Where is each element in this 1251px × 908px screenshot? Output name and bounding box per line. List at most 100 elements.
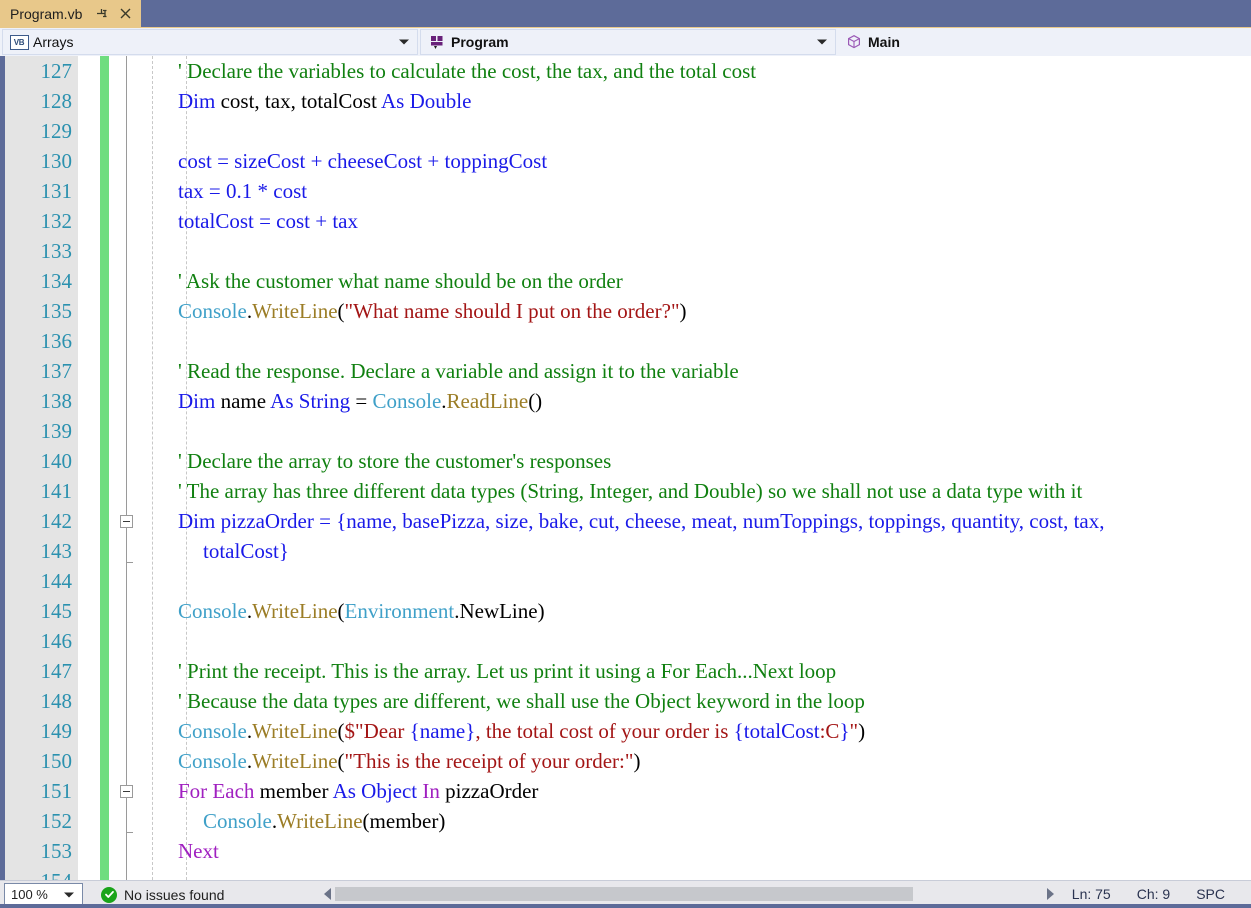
chevron-down-icon[interactable] bbox=[817, 39, 827, 45]
pin-icon[interactable] bbox=[94, 6, 109, 21]
document-tab-program-vb[interactable]: Program.vb bbox=[0, 0, 141, 27]
code-line-text[interactable]: tax = 0.1 * cost bbox=[178, 176, 307, 206]
code-line[interactable]: 132 totalCost = cost + tax bbox=[0, 206, 1251, 236]
code-token: WriteLine bbox=[252, 599, 338, 623]
code-line-text[interactable]: ' Declare the array to store the custome… bbox=[178, 446, 611, 476]
code-line[interactable]: 145 Console.WriteLine(Environment.NewLine… bbox=[0, 596, 1251, 626]
window-bottom-edge bbox=[0, 904, 1251, 908]
code-line-text[interactable]: Console.WriteLine(Environment.NewLine) bbox=[178, 596, 545, 626]
code-line[interactable]: 151 For Each member As Object In pizzaOrd… bbox=[0, 776, 1251, 806]
code-line-text[interactable]: Console.WriteLine("This is the receipt o… bbox=[178, 746, 640, 776]
code-line[interactable]: 129 bbox=[0, 116, 1251, 146]
chevron-down-icon[interactable] bbox=[399, 39, 409, 45]
code-line[interactable]: 134 ' Ask the customer what name should b… bbox=[0, 266, 1251, 296]
document-tab-strip: Program.vb bbox=[0, 0, 1251, 27]
member-dropdown-label: Main bbox=[868, 34, 900, 50]
code-line-text[interactable]: totalCost = cost + tax bbox=[178, 206, 358, 236]
line-number: 129 bbox=[40, 119, 73, 143]
code-line[interactable]: 137 ' Read the response. Declare a variab… bbox=[0, 356, 1251, 386]
code-line[interactable]: 139 bbox=[0, 416, 1251, 446]
code-line-text[interactable]: Dim pizzaOrder = {name, basePizza, size,… bbox=[178, 506, 1105, 536]
code-line[interactable]: 150 Console.WriteLine("This is the receip… bbox=[0, 746, 1251, 776]
code-token: member bbox=[369, 809, 439, 833]
code-line[interactable]: 152 Console.WriteLine(member) bbox=[0, 806, 1251, 836]
module-icon bbox=[427, 34, 447, 50]
code-line-text[interactable]: Dim name As String = Console.ReadLine() bbox=[178, 386, 542, 416]
document-tab-label: Program.vb bbox=[10, 5, 83, 22]
code-line[interactable]: 148 ' Because the data types are differen… bbox=[0, 686, 1251, 716]
close-icon[interactable] bbox=[118, 6, 133, 21]
code-line-text[interactable]: Next bbox=[178, 836, 219, 866]
horizontal-scrollbar-thumb[interactable] bbox=[335, 887, 913, 901]
code-line-text[interactable]: Console.WriteLine("What name should I pu… bbox=[178, 296, 687, 326]
horizontal-scrollbar[interactable] bbox=[322, 884, 1056, 904]
code-line-text[interactable]: ' Print the receipt. This is the array. … bbox=[178, 656, 836, 686]
code-line-text[interactable]: ' Declare the variables to calculate the… bbox=[178, 56, 756, 86]
code-line[interactable]: 146 bbox=[0, 626, 1251, 656]
code-token: {totalCost bbox=[733, 719, 820, 743]
code-line[interactable]: 141 ' The array has three different data … bbox=[0, 476, 1251, 506]
code-token: ' Declare the variables to calculate the… bbox=[178, 59, 757, 83]
code-editor-surface[interactable]: 127 ' Declare the variables to calculate … bbox=[0, 56, 1251, 880]
member-dropdown[interactable]: Main bbox=[838, 29, 1247, 55]
code-token: Console bbox=[203, 809, 272, 833]
code-line[interactable]: 140 ' Declare the array to store the cust… bbox=[0, 446, 1251, 476]
code-line-text[interactable]: ' Because the data types are different, … bbox=[178, 686, 865, 716]
horizontal-scrollbar-track[interactable] bbox=[335, 887, 1043, 901]
line-number: 131 bbox=[40, 179, 73, 203]
chevron-down-icon[interactable] bbox=[64, 892, 74, 897]
code-line[interactable]: 133 bbox=[0, 236, 1251, 266]
code-line-text[interactable]: ' Ask the customer what name should be o… bbox=[178, 266, 623, 296]
outlining-collapse-box[interactable] bbox=[120, 515, 133, 528]
code-line-text[interactable]: cost = sizeCost + cheeseCost + toppingCo… bbox=[178, 146, 547, 176]
code-line[interactable]: 128 Dim cost, tax, totalCost As Double bbox=[0, 86, 1251, 116]
code-token: Console bbox=[178, 719, 247, 743]
code-line[interactable]: 138 Dim name As String = Console.ReadLine… bbox=[0, 386, 1251, 416]
line-number: 134 bbox=[40, 269, 73, 293]
code-line-text[interactable]: totalCost} bbox=[203, 536, 289, 566]
code-line[interactable]: 136 bbox=[0, 326, 1251, 356]
code-line-text[interactable]: ' The array has three different data typ… bbox=[178, 476, 1082, 506]
code-line[interactable]: 142 Dim pizzaOrder = {name, basePizza, si… bbox=[0, 506, 1251, 536]
code-line[interactable]: 153 Next bbox=[0, 836, 1251, 866]
code-line[interactable]: 135 Console.WriteLine("What name should I… bbox=[0, 296, 1251, 326]
code-token: ( bbox=[337, 299, 345, 323]
code-line-text[interactable]: Console.WriteLine(member) bbox=[203, 806, 445, 836]
type-dropdown[interactable]: Program bbox=[420, 29, 836, 55]
code-token: totalCost} bbox=[203, 539, 289, 563]
code-line[interactable]: 131 tax = 0.1 * cost bbox=[0, 176, 1251, 206]
triangle-left-icon[interactable] bbox=[324, 888, 331, 900]
code-token: ( bbox=[337, 749, 345, 773]
code-line-text[interactable]: ' Read the response. Declare a variable … bbox=[178, 356, 739, 386]
code-line[interactable]: 130 cost = sizeCost + cheeseCost + toppin… bbox=[0, 146, 1251, 176]
code-line[interactable]: 147 ' Print the receipt. This is the arra… bbox=[0, 656, 1251, 686]
code-token: pizzaOrder = {name, basePizza, size, bak… bbox=[215, 509, 1105, 533]
code-line[interactable]: 149 Console.WriteLine($"Dear {name}, the … bbox=[0, 716, 1251, 746]
code-token: Console bbox=[372, 389, 442, 413]
outlining-collapse-box[interactable] bbox=[120, 785, 133, 798]
code-token: Environment bbox=[344, 599, 455, 623]
line-number: 146 bbox=[40, 629, 73, 653]
code-line[interactable]: 127 ' Declare the variables to calculate … bbox=[0, 56, 1251, 86]
line-number: 144 bbox=[40, 569, 73, 593]
code-token: ) bbox=[438, 809, 446, 833]
vb-file-icon-label: VB bbox=[9, 34, 29, 50]
code-line-text[interactable]: Dim cost, tax, totalCost As Double bbox=[178, 86, 471, 116]
issues-status[interactable]: No issues found bbox=[101, 886, 224, 903]
triangle-right-icon[interactable] bbox=[1047, 888, 1054, 900]
zoom-level-dropdown[interactable]: 100 % bbox=[4, 883, 83, 906]
code-line[interactable]: 144 bbox=[0, 566, 1251, 596]
code-token: Console bbox=[178, 599, 247, 623]
check-circle-icon bbox=[101, 886, 117, 903]
code-token: ' Declare the array to store the custome… bbox=[178, 449, 612, 473]
line-number: 150 bbox=[40, 749, 73, 773]
code-line[interactable]: 143 totalCost} bbox=[0, 536, 1251, 566]
code-token: "What name should I put on the order?" bbox=[344, 299, 680, 323]
code-line-text[interactable]: For Each member As Object In pizzaOrder bbox=[178, 776, 538, 806]
zoom-level-value: 100 % bbox=[11, 887, 48, 902]
line-number: 147 bbox=[40, 659, 73, 683]
code-line-text[interactable]: Console.WriteLine($"Dear {name}, the tot… bbox=[178, 716, 865, 746]
code-line[interactable]: 154 bbox=[0, 866, 1251, 880]
code-token: Next bbox=[178, 839, 219, 863]
project-dropdown[interactable]: VB Arrays bbox=[2, 29, 418, 55]
